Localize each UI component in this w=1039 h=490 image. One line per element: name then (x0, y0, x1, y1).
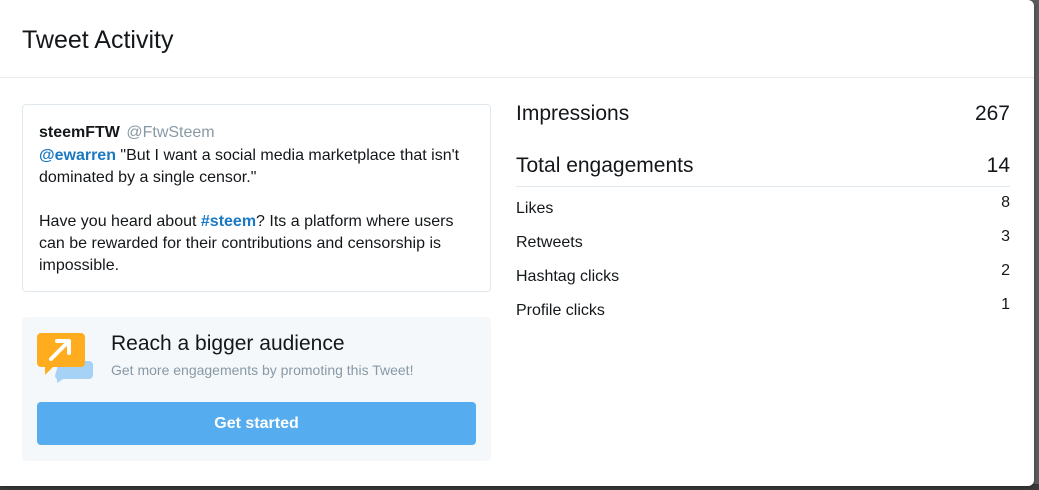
metrics-panel: Impressions 267 Total engagements 14 Lik… (516, 96, 1010, 323)
metric-label: Total engagements (516, 154, 694, 177)
tweet-text-part: Have you heard about (39, 213, 201, 230)
metric-value: 3 (1001, 228, 1010, 245)
tweet-paragraph-1: @ewarren "But I want a social media mark… (39, 145, 474, 189)
tweet-author-name[interactable]: steemFTW (39, 124, 120, 141)
metric-label: Profile clicks (516, 302, 605, 319)
metric-impressions: Impressions 267 (516, 96, 1010, 132)
metric-label: Impressions (516, 102, 630, 125)
metric-value: 267 (974, 102, 1010, 125)
tweet-card[interactable]: steemFTW @FtwSteem @ewarren "But I want … (22, 104, 491, 292)
tweet-header: steemFTW @FtwSteem (39, 123, 474, 142)
metric-profile-clicks: Profile clicks 1 (516, 289, 1010, 323)
tweet-text: @ewarren "But I want a social media mark… (39, 145, 474, 277)
metric-value: 8 (1001, 194, 1010, 211)
metric-hashtag-clicks: Hashtag clicks 2 (516, 255, 1010, 289)
tweet-paragraph-2: Have you heard about #steem? Its a platf… (39, 211, 474, 277)
tweet-author-handle[interactable]: @FtwSteem (126, 124, 214, 141)
metric-likes: Likes 8 (516, 187, 1010, 221)
modal-header: Tweet Activity (0, 0, 1034, 78)
metric-value: 1 (1001, 296, 1010, 313)
promote-arrow-icon (37, 333, 93, 383)
metric-total-engagements: Total engagements 14 (516, 148, 1010, 184)
promo-title: Reach a bigger audience (111, 332, 345, 355)
metric-retweets: Retweets 3 (516, 221, 1010, 255)
metric-value: 2 (1001, 262, 1010, 279)
mention-link[interactable]: @ewarren (39, 147, 116, 164)
metric-value: 14 (986, 154, 1010, 177)
modal-title: Tweet Activity (22, 26, 174, 54)
promo-subtitle: Get more engagements by promoting this T… (111, 362, 414, 378)
tweet-activity-modal: Tweet Activity steemFTW @FtwSteem @ewarr… (0, 0, 1034, 486)
promote-panel: Reach a bigger audience Get more engagem… (22, 317, 491, 461)
hashtag-link[interactable]: #steem (201, 213, 256, 230)
metric-label: Retweets (516, 234, 583, 251)
metric-label: Hashtag clicks (516, 268, 620, 285)
get-started-button[interactable]: Get started (37, 402, 476, 445)
metric-label: Likes (516, 200, 554, 217)
